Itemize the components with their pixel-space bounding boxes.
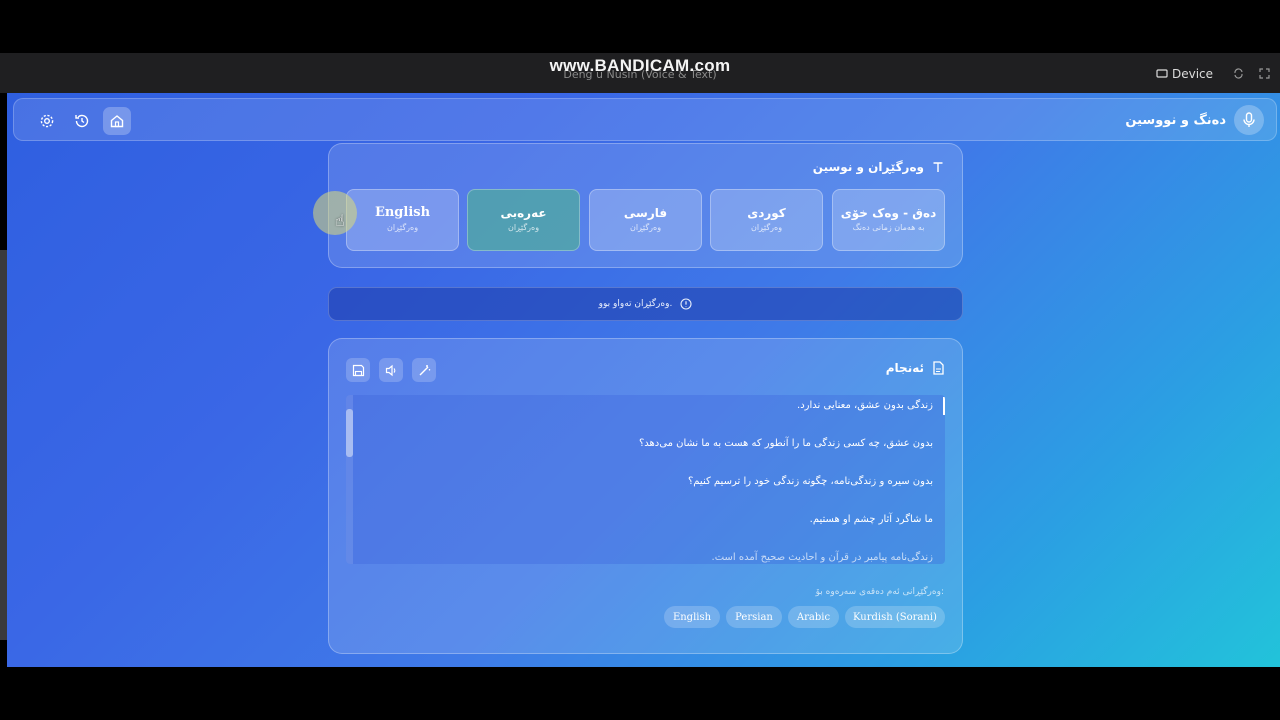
device-button[interactable]: Device (1156, 65, 1213, 83)
recorder-watermark: www.BANDICAM.com (549, 56, 731, 75)
result-heading-text: ئەنجام (885, 361, 924, 375)
option-sub: وەرگێڕان (386, 223, 419, 232)
translate-to-label: وەرگێڕانی ئەم دەقەی سەرەوە بۆ: (815, 587, 944, 597)
text-caret (943, 397, 945, 415)
chip-persian[interactable]: Persian (726, 606, 782, 628)
option-persian[interactable]: فارسی وەرگێڕان (589, 189, 702, 251)
option-label: کوردی (747, 206, 786, 220)
chip-kurdish[interactable]: Kurdish (Sorani) (845, 606, 945, 628)
result-line: زندگی بدون عشق، معنایی ندارد. (797, 400, 933, 411)
result-card: ئەنجام زندگی بدون عشق، معنایی ندارد. بدو… (328, 338, 963, 654)
translation-heading: وەرگێڕان و نوسین (813, 160, 944, 174)
fullscreen-icon[interactable] (1257, 66, 1271, 80)
app-viewport: دەنگ و نووسین وەرگێڕان و نوسین دەق - وەک… (7, 93, 1280, 667)
result-line: ما شاگرد آثار چشم او هستیم. (809, 514, 933, 525)
status-message: وەرگێڕان تەواو بوو. (598, 299, 673, 309)
home-button[interactable] (103, 107, 131, 135)
option-sub: بە هەمان زمانی دەنگ (852, 223, 925, 232)
home-icon (110, 115, 124, 128)
translation-options-card: وەرگێڕان و نوسین دەق - وەک خۆی بە هەمان … (328, 143, 963, 268)
document-icon (933, 361, 944, 375)
result-line: بدون عشق، چه کسی زندگی ما را آنطور که هس… (638, 438, 933, 449)
save-icon (352, 364, 364, 376)
speaker-icon (385, 364, 395, 376)
option-original-text[interactable]: دەق - وەک خۆی بە هەمان زمانی دەنگ (832, 189, 945, 251)
history-icon (75, 114, 89, 128)
settings-icon (40, 114, 54, 128)
hand-cursor-icon: ☝ (335, 211, 345, 230)
scrollbar-thumb[interactable] (346, 409, 353, 457)
screen: Deng u Nusin (Voice & Text) www.BANDICAM… (0, 0, 1280, 720)
status-message-bar: وەرگێڕان تەواو بوو. (328, 287, 963, 321)
top-navbar: دەنگ و نووسین (13, 98, 1277, 141)
option-english[interactable]: English وەرگێڕان (346, 189, 459, 251)
option-sub: وەرگێڕان (629, 223, 662, 232)
rotate-icon[interactable] (1231, 66, 1245, 80)
chip-english[interactable]: English (664, 606, 720, 628)
brand-title: دەنگ و نووسین (1125, 112, 1226, 128)
device-icon (1156, 69, 1168, 78)
enhance-button[interactable] (412, 358, 436, 382)
result-line: بدون سیره و زندگی‌نامه، چگونه زندگی خود … (687, 476, 933, 487)
settings-button[interactable] (33, 107, 61, 135)
option-kurdish[interactable]: کوردی وەرگێڕان (710, 189, 823, 251)
translation-heading-text: وەرگێڕان و نوسین (812, 160, 924, 174)
result-heading: ئەنجام (886, 361, 944, 375)
magic-wand-icon (419, 364, 430, 375)
option-label: فارسی (623, 206, 668, 220)
save-button[interactable] (346, 358, 370, 382)
microphone-icon (1234, 105, 1264, 135)
option-sub: وەرگێڕان (750, 223, 783, 232)
speak-button[interactable] (379, 358, 403, 382)
device-label: Device (1172, 67, 1214, 81)
option-label: English (374, 205, 431, 220)
chip-arabic[interactable]: Arabic (788, 606, 839, 628)
result-textarea[interactable]: زندگی بدون عشق، معنایی ندارد. بدون عشق، … (346, 395, 945, 564)
history-button[interactable] (68, 107, 96, 135)
left-window-edge (0, 250, 7, 640)
option-label: عەرەبی (500, 206, 547, 220)
option-arabic[interactable]: عەرەبی وەرگێڕان (467, 189, 580, 251)
text-type-icon (933, 162, 943, 172)
option-sub: وەرگێڕان (507, 223, 540, 232)
result-line: زندگی‌نامه پیامبر در قرآن و احادیث صحیح … (711, 552, 933, 563)
brand: دەنگ و نووسین (1125, 105, 1264, 135)
info-icon (680, 298, 692, 310)
option-label: دەق - وەک خۆی (840, 206, 937, 220)
